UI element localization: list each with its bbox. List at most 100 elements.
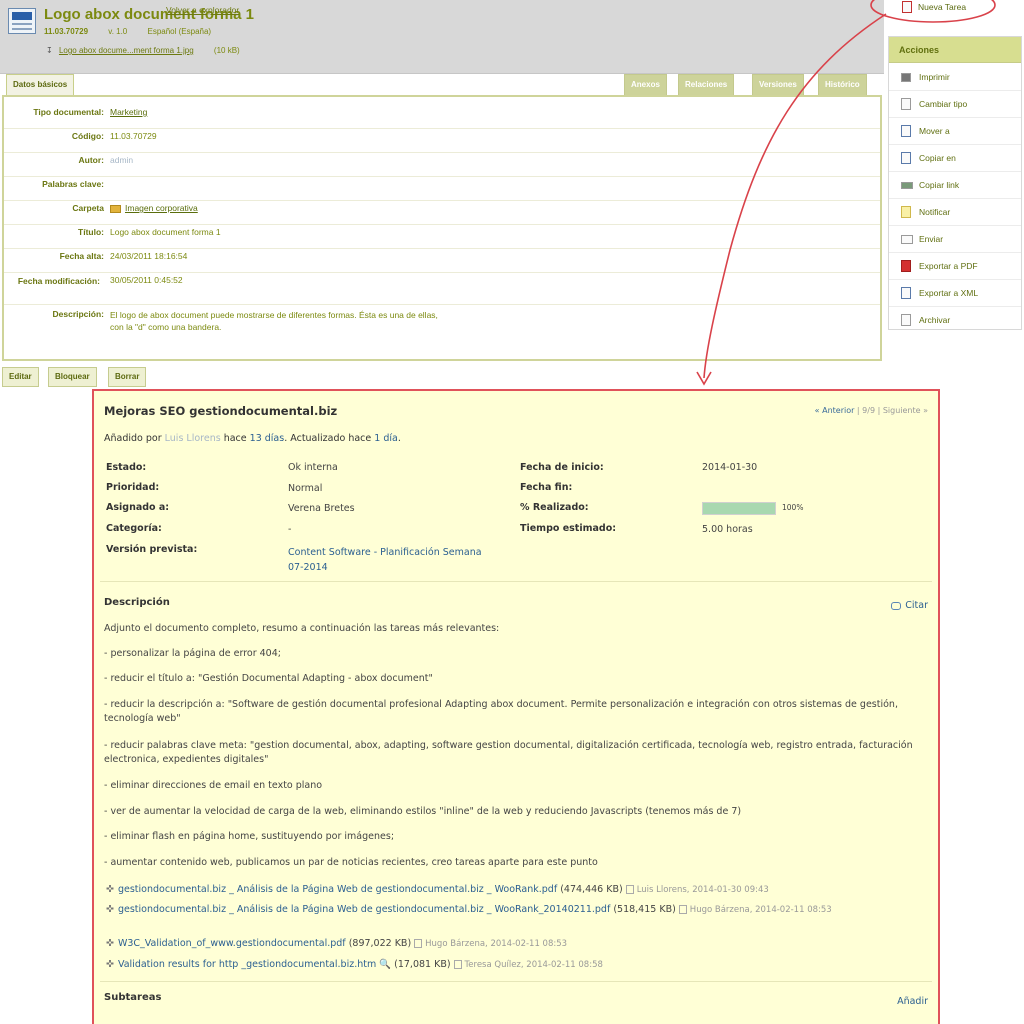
- added-prefix: Añadido por: [104, 433, 162, 444]
- attr-value-prioridad: Normal: [288, 483, 323, 494]
- field-value-autor: admin: [110, 155, 134, 165]
- added-ago-link[interactable]: 13 días: [250, 433, 285, 444]
- trash-icon[interactable]: [625, 885, 634, 894]
- action-cambiar-tipo[interactable]: Cambiar tipo: [889, 91, 1021, 118]
- tab-versiones[interactable]: Versiones: [752, 74, 804, 96]
- attr-label-realizado: % Realizado:: [520, 502, 589, 513]
- action-exportar-pdf[interactable]: Exportar a PDF: [889, 253, 1021, 280]
- action-copiar-en[interactable]: Copiar en: [889, 145, 1021, 172]
- added-mid: hace: [223, 433, 247, 444]
- folder-icon: [110, 204, 121, 213]
- folder-link[interactable]: Imagen corporativa: [125, 203, 198, 213]
- divider: [100, 581, 932, 582]
- description-paragraph: - reducir palabras clave meta: "gestion …: [104, 740, 913, 765]
- action-imprimir[interactable]: Imprimir: [889, 64, 1021, 91]
- field-label: Código:: [71, 131, 104, 141]
- new-task-button[interactable]: Nueva Tarea: [888, 0, 1022, 18]
- task-title: Mejoras SEO gestiondocumental.biz: [104, 404, 338, 418]
- attachment-link[interactable]: W3C_Validation_of_www.gestiondocumental.…: [118, 938, 346, 949]
- edit-button[interactable]: Editar: [2, 367, 39, 387]
- cite-button[interactable]: Citar: [891, 600, 928, 611]
- tab-anexos[interactable]: Anexos: [624, 74, 667, 96]
- attr-label-estado: Estado:: [106, 462, 147, 473]
- cite-label: Citar: [905, 600, 928, 611]
- document-version: v. 1.0: [108, 27, 128, 36]
- field-row: Autor: admin: [4, 155, 880, 177]
- field-value-descripcion: El logo de abox document puede mostrarse…: [110, 310, 438, 332]
- document-file: ↧ Logo abox docume...ment forma 1.jpg (1…: [46, 46, 240, 55]
- copy-icon: [901, 152, 911, 164]
- added-by-user[interactable]: Luis Llorens: [165, 433, 221, 444]
- field-label: Autor:: [78, 155, 105, 165]
- action-label: Archivar: [919, 315, 951, 325]
- action-label: Exportar a XML: [919, 288, 979, 298]
- field-value-fecha-alta: 24/03/2011 18:16:54: [110, 251, 188, 261]
- task-panel: Mejoras SEO gestiondocumental.biz « Ante…: [92, 389, 940, 1024]
- trash-icon[interactable]: [453, 960, 462, 969]
- attr-value-estado: Ok interna: [288, 462, 338, 473]
- action-label: Copiar en: [919, 153, 956, 163]
- task-pagination: « Anterior | 9/9 | Siguiente »: [814, 406, 928, 415]
- field-label: Carpeta: [72, 203, 104, 213]
- file-link[interactable]: Logo abox docume...ment forma 1.jpg: [59, 46, 194, 55]
- document-fields-panel: Tipo documental: Marketing Código: 11.03…: [2, 95, 882, 361]
- field-row: Palabras clave:: [4, 179, 880, 201]
- delete-button[interactable]: Borrar: [108, 367, 147, 387]
- action-archivar[interactable]: Archivar: [889, 307, 1021, 334]
- attr-label-version: Versión prevista:: [106, 544, 198, 555]
- tab-historico[interactable]: Histórico: [818, 74, 867, 96]
- divider: [100, 981, 932, 982]
- file-size: (10 kB): [213, 46, 240, 55]
- annotation-arrowhead: [696, 371, 712, 386]
- add-subtask-link[interactable]: Añadir: [897, 996, 928, 1007]
- attachment-size: (518,415 KB): [613, 904, 676, 915]
- actions-title: Acciones: [889, 37, 1021, 63]
- back-to-explorer-link[interactable]: Volver a explorador: [166, 5, 239, 15]
- field-label: Título:: [78, 227, 104, 237]
- pdf-icon: [901, 260, 911, 272]
- trash-icon[interactable]: [414, 939, 423, 948]
- attr-value-asignado[interactable]: Verena Bretes: [288, 503, 355, 514]
- quote-icon: [891, 601, 902, 610]
- attachment-link[interactable]: gestiondocumental.biz _ Análisis de la P…: [118, 884, 557, 895]
- attr-value-version[interactable]: Content Software - Planificación Semana …: [288, 545, 488, 575]
- document-icon: [901, 98, 911, 110]
- field-value-tipo-documental[interactable]: Marketing: [110, 107, 147, 117]
- attr-label-categoria: Categoría:: [106, 523, 162, 534]
- action-mover-a[interactable]: Mover a: [889, 118, 1021, 145]
- progress-fill: [703, 503, 775, 514]
- lock-button[interactable]: Bloquear: [48, 367, 97, 387]
- previous-link[interactable]: « Anterior: [815, 406, 855, 415]
- attachment-link[interactable]: Validation results for http _gestiondocu…: [118, 959, 376, 970]
- attr-label-asignado: Asignado a:: [106, 502, 170, 513]
- action-notificar[interactable]: Notificar: [889, 199, 1021, 226]
- tab-relaciones[interactable]: Relaciones: [678, 74, 735, 96]
- trash-icon[interactable]: [678, 905, 687, 914]
- field-row: Tipo documental: Marketing: [4, 107, 880, 129]
- document-header: Logo abox document forma 1 11.03.70729 v…: [0, 0, 884, 74]
- attr-label-fecha-inicio: Fecha de inicio:: [520, 462, 604, 473]
- field-row: Fecha alta: 24/03/2011 18:16:54: [4, 251, 880, 273]
- task-counter: 9/9: [862, 406, 876, 415]
- printer-icon: [901, 73, 911, 82]
- attr-label-tiempo: Tiempo estimado:: [520, 523, 617, 534]
- attr-value-tiempo: 5.00 horas: [702, 524, 753, 535]
- updated-ago-link[interactable]: 1 día: [374, 433, 398, 444]
- attachment-link[interactable]: gestiondocumental.biz _ Análisis de la P…: [118, 904, 610, 915]
- tab-datos-basicos[interactable]: Datos básicos: [6, 74, 75, 96]
- action-label: Mover a: [919, 126, 950, 136]
- magnifier-icon[interactable]: 🔍: [379, 959, 391, 970]
- action-copiar-link[interactable]: Copiar link: [889, 172, 1021, 199]
- attachment-meta: Hugo Bárzena, 2014-02-11 08:53: [689, 905, 832, 915]
- attr-label-fecha-fin: Fecha fin:: [520, 482, 573, 493]
- document-tabs: Datos básicos Anexos Relaciones Versione…: [4, 74, 882, 96]
- next-link[interactable]: Siguiente »: [883, 406, 928, 415]
- attachment-item: ✜ gestiondocumental.biz _ Análisis de la …: [106, 882, 934, 898]
- download-icon[interactable]: ↧: [46, 46, 53, 55]
- action-enviar[interactable]: Enviar: [889, 226, 1021, 253]
- mail-icon: [901, 235, 913, 244]
- paperclip-icon: ✜: [106, 938, 114, 949]
- document-language: Español (España): [147, 27, 212, 36]
- action-label: Copiar link: [919, 180, 960, 190]
- action-exportar-xml[interactable]: Exportar a XML: [889, 280, 1021, 307]
